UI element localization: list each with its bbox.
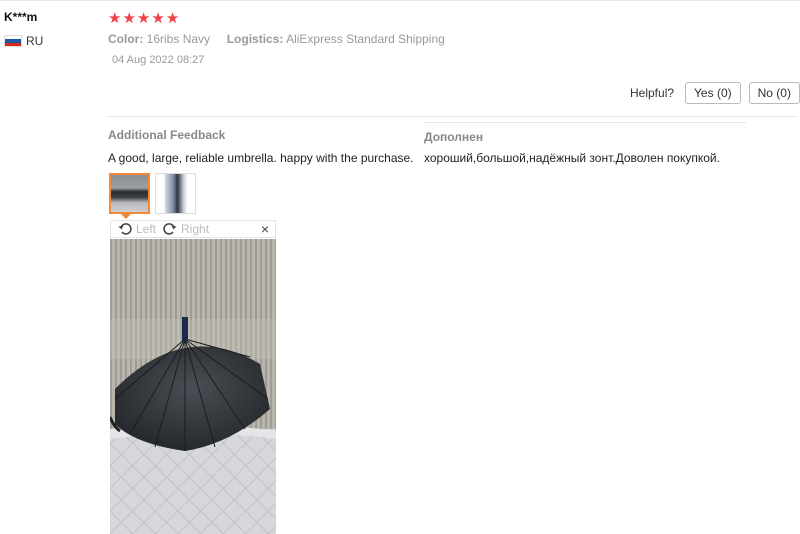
rotate-left-icon [118,223,132,235]
review-photo [110,239,276,534]
helpful-label: Helpful? [630,86,675,100]
logistics-value: AliExpress Standard Shipping [286,32,445,46]
selected-thumb-pointer [121,214,131,219]
helpful-vote: Helpful? Yes (0) No (0) [630,82,800,104]
section-divider [424,122,746,123]
rotate-left-button[interactable]: Left [118,222,156,236]
rotate-right-icon [163,223,177,235]
review-date: 04 Aug 2022 08:27 [112,54,205,66]
umbrella-photo [110,239,276,534]
star-icon: ★ [136,10,151,27]
section-divider [108,116,796,117]
top-divider [0,0,800,1]
color-value: 16ribs Navy [146,32,211,46]
photo-thumbnail[interactable] [155,173,196,214]
photo-thumbnail-selected[interactable] [109,173,150,214]
rotate-left-label: Left [136,222,157,236]
reviewer-name: K***m [4,10,38,24]
rating-stars: ★ ★ ★ ★ ★ [108,10,180,28]
rotate-right-button[interactable]: Right [163,222,209,236]
star-icon: ★ [165,10,180,27]
reviewer-country: RU [4,34,43,48]
logistics-label: Logistics: [226,32,284,46]
original-feedback-title: Дополнен [424,130,484,144]
star-icon: ★ [108,10,122,27]
rotate-right-label: Right [181,222,210,236]
helpful-yes-button[interactable]: Yes (0) [685,82,741,104]
star-icon: ★ [151,10,165,27]
russia-flag-icon [4,35,22,47]
close-icon[interactable]: × [261,222,269,236]
country-code: RU [26,34,44,48]
image-viewer-toolbar: Left Right × [110,220,276,238]
additional-feedback-text: A good, large, reliable umbrella. happy … [108,151,414,165]
original-feedback-text: хороший,большой,надёжный зонт.Доволен по… [424,151,720,165]
additional-feedback-title: Additional Feedback [108,128,226,142]
helpful-no-button[interactable]: No (0) [748,82,800,104]
star-icon: ★ [122,10,136,27]
order-info: Color: 16ribs Navy Logistics: AliExpress… [108,32,445,46]
color-label: Color: [108,32,144,46]
